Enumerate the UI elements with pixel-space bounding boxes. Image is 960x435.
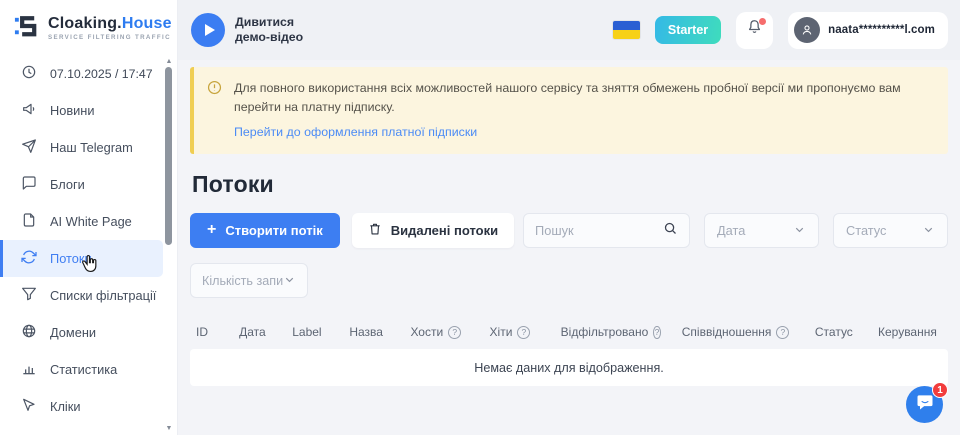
- date-filter-dropdown[interactable]: Дата: [704, 213, 819, 248]
- create-stream-button[interactable]: + Створити потік: [190, 213, 340, 248]
- trash-icon: [368, 222, 382, 239]
- column-header-label: Label: [292, 325, 328, 339]
- column-header-hosts: Хости?: [410, 325, 468, 339]
- table-empty-state: Немає даних для відображення.: [190, 349, 948, 386]
- notifications-button[interactable]: [736, 12, 773, 49]
- status-filter-dropdown[interactable]: Статус: [833, 213, 948, 248]
- column-header-ratio: Співвідношення?: [682, 325, 794, 339]
- search-box[interactable]: [523, 213, 690, 248]
- column-header-id: ID: [196, 325, 218, 339]
- chevron-down-icon: [922, 223, 935, 239]
- sidebar: Cloaking.House SERVICE FILTERING TRAFFIC…: [0, 0, 178, 435]
- scrollbar-up-arrow[interactable]: ▲: [164, 58, 174, 66]
- table-header-row: ID Дата Label Назва Хости? Хіти? Відфіль…: [190, 325, 948, 339]
- search-input[interactable]: [535, 223, 663, 238]
- brand-tagline: SERVICE FILTERING TRAFFIC: [48, 35, 172, 41]
- chat-widget-button[interactable]: 1: [906, 386, 943, 423]
- sidebar-scrollbar[interactable]: ▲ ▼: [164, 58, 174, 435]
- brand-name: Cloaking.House: [48, 16, 172, 32]
- help-icon[interactable]: ?: [448, 326, 461, 339]
- sidebar-item-telegram[interactable]: Наш Telegram: [0, 129, 163, 166]
- deleted-streams-button[interactable]: Видалені потоки: [352, 213, 514, 248]
- sidebar-item-domeny[interactable]: Домени: [0, 314, 163, 351]
- user-email: naata**********l.com: [828, 24, 935, 36]
- banner-message: Для повного використання всіх можливосте…: [234, 79, 932, 116]
- sidebar-item-spysky-filtratsii[interactable]: Списки фільтрації: [0, 277, 163, 314]
- chat-bubble-icon: [21, 175, 37, 194]
- chevron-down-icon: [793, 223, 806, 239]
- column-header-filtered: Відфільтровано?: [561, 325, 661, 339]
- per-page-dropdown[interactable]: Кількість запи: [190, 263, 308, 298]
- column-header-date: Дата: [239, 325, 271, 339]
- user-avatar: [794, 17, 820, 43]
- funnel-icon: [21, 286, 37, 305]
- topbar: Дивитися демо-відео Starter naata*******…: [178, 0, 960, 60]
- scrollbar-thumb[interactable]: [165, 67, 172, 245]
- bar-chart-icon: [21, 360, 37, 379]
- sidebar-item-novyny[interactable]: Новини: [0, 92, 163, 129]
- page-title: Потоки: [192, 171, 948, 198]
- warning-icon: [207, 80, 222, 100]
- cursor-icon: [21, 397, 37, 416]
- megaphone-icon: [21, 101, 37, 120]
- chat-icon: [915, 392, 935, 417]
- column-header-name: Назва: [349, 325, 389, 339]
- flag-yellow-stripe: [613, 30, 640, 39]
- sidebar-item-ai-white-page[interactable]: AI White Page: [0, 203, 163, 240]
- language-flag-ukraine[interactable]: [613, 21, 640, 39]
- clock-icon: [21, 64, 37, 83]
- sidebar-item-potoky[interactable]: Потоки: [0, 240, 163, 277]
- brand-logo-icon: [13, 13, 40, 45]
- sync-icon: [21, 249, 37, 268]
- search-icon[interactable]: [663, 221, 678, 241]
- sidebar-item-blohy[interactable]: Блоги: [0, 166, 163, 203]
- document-icon: [21, 212, 37, 231]
- flag-blue-stripe: [613, 21, 640, 30]
- plan-badge-button[interactable]: Starter: [655, 16, 721, 44]
- notification-dot: [759, 18, 766, 25]
- help-icon[interactable]: ?: [776, 326, 789, 339]
- globe-icon: [21, 323, 37, 342]
- column-header-hits: Хіти?: [490, 325, 540, 339]
- sidebar-datetime: 07.10.2025 / 17:47: [0, 55, 163, 92]
- main-content: Для повного використання всіх можливосте…: [178, 60, 960, 435]
- demo-video-play-button[interactable]: [191, 13, 225, 47]
- plus-icon: +: [207, 222, 216, 238]
- sidebar-item-statystyka[interactable]: Статистика: [0, 351, 163, 388]
- sidebar-menu: 07.10.2025 / 17:47 Новини Наш Telegram Б…: [0, 55, 163, 425]
- chevron-down-icon: [283, 273, 296, 289]
- scrollbar-down-arrow[interactable]: ▼: [164, 425, 174, 433]
- column-header-actions: Керування: [878, 325, 942, 339]
- subscribe-link[interactable]: Перейти до оформлення платної підписки: [234, 125, 477, 139]
- trial-warning-banner: Для повного використання всіх можливосте…: [190, 67, 948, 154]
- column-header-status: Статус: [815, 325, 857, 339]
- help-icon[interactable]: ?: [653, 326, 660, 339]
- brand-logo[interactable]: Cloaking.House SERVICE FILTERING TRAFFIC: [0, 0, 177, 58]
- sidebar-item-kliky[interactable]: Кліки: [0, 388, 163, 425]
- toolbar: + Створити потік Видалені потоки Дата Ст…: [190, 213, 948, 248]
- demo-video-label[interactable]: Дивитися демо-відео: [235, 15, 303, 46]
- play-icon: [205, 24, 215, 36]
- chat-unread-badge: 1: [932, 382, 948, 398]
- help-icon[interactable]: ?: [517, 326, 530, 339]
- paper-plane-icon: [21, 138, 37, 157]
- user-account-button[interactable]: naata**********l.com: [788, 12, 948, 49]
